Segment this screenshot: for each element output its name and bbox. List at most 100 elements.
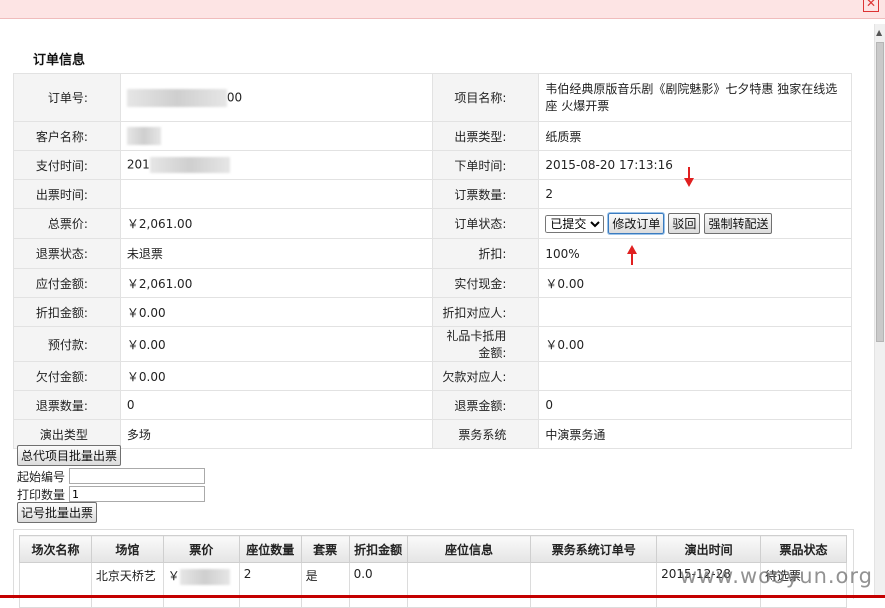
cell-price: ￥	[162, 562, 240, 608]
gift-card-label: 礼品卡抵用金额:	[431, 326, 540, 362]
reject-button[interactable]: 驳回	[668, 213, 701, 234]
cell-venue: 北京天桥艺	[90, 562, 164, 608]
paid-cash-value: ￥0.00	[538, 268, 852, 298]
redacted-block	[126, 127, 161, 145]
close-icon[interactable]: ✕	[863, 0, 879, 12]
discount-person-label: 折扣对应人:	[431, 297, 540, 327]
table-row: 退票数量: 0 退票金额: 0	[13, 390, 852, 420]
table-row: 折扣金额: ￥0.00 折扣对应人:	[13, 297, 852, 327]
print-count-label: 打印数量	[17, 487, 66, 502]
arrow-down-icon	[684, 167, 694, 187]
cell-package: 是	[300, 562, 350, 608]
ticket-system-label: 票务系统	[431, 419, 540, 449]
cell-seat-count: 2	[238, 562, 302, 608]
col-seat-count: 座位数量	[238, 535, 302, 563]
table-row: 演出类型 多场 票务系统 中演票务通	[13, 419, 852, 449]
order-status-label: 订单状态:	[431, 208, 540, 239]
pay-time-value: 201	[119, 150, 433, 180]
refund-amount-label: 退票金额:	[431, 390, 540, 420]
payable-value: ￥2,061.00	[119, 268, 433, 298]
col-discount-amount: 折扣金额	[348, 535, 408, 563]
refund-count-label: 退票数量:	[13, 390, 121, 420]
section-title: 订单信息	[33, 53, 86, 68]
payable-label: 应付金额:	[13, 268, 121, 298]
print-count-input[interactable]	[69, 486, 206, 502]
modify-order-button[interactable]: 修改订单	[608, 213, 665, 234]
pay-time-label: 支付时间:	[13, 150, 121, 180]
batch-controls: 总代项目批量出票 起始编号 打印数量 记号批量出票	[17, 444, 206, 523]
col-ticket-status: 票品状态	[760, 535, 847, 563]
issue-time-value	[119, 179, 433, 209]
refund-count-value: 0	[119, 390, 433, 420]
cell-session-name	[19, 562, 92, 608]
col-system-order-no: 票务系统订单号	[530, 535, 658, 563]
prepay-label: 预付款:	[13, 326, 121, 362]
col-venue: 场馆	[90, 535, 164, 563]
scroll-up-icon[interactable]: ▲	[876, 28, 882, 37]
order-status-select[interactable]: 已提交	[545, 215, 605, 233]
scroll-thumb[interactable]	[876, 42, 884, 342]
total-price-value: ￥2,061.00	[119, 208, 433, 239]
owed-amount-label: 欠付金额:	[13, 361, 121, 391]
col-seat-info: 座位信息	[406, 535, 532, 563]
pay-time-text: 201	[126, 157, 150, 172]
table-row: 欠付金额: ￥0.00 欠款对应人:	[13, 361, 852, 391]
customer-name-value	[119, 121, 433, 151]
col-show-time: 演出时间	[656, 535, 762, 563]
owed-person-label: 欠款对应人:	[431, 361, 540, 391]
customer-name-label: 客户名称:	[13, 121, 121, 151]
order-number-value: 00	[119, 73, 433, 122]
cell-seat-info	[406, 562, 532, 608]
discount-amount-label: 折扣金额:	[13, 297, 121, 327]
redacted-block	[179, 568, 230, 585]
agent-batch-issue-button[interactable]: 总代项目批量出票	[17, 444, 122, 466]
price-text: ￥	[167, 569, 180, 583]
cell-discount: 0.0	[348, 562, 408, 608]
table-row: 出票时间: 订票数量: 2	[13, 179, 852, 209]
redacted-block	[126, 88, 227, 107]
refund-status-label: 退票状态:	[13, 238, 121, 269]
order-time-label: 下单时间:	[431, 150, 540, 180]
force-delivery-button[interactable]: 强制转配送	[704, 213, 773, 234]
owed-amount-value: ￥0.00	[119, 361, 433, 391]
ticket-type-value: 纸质票	[538, 121, 852, 151]
cell-system-order-no	[530, 562, 658, 608]
order-info-table: 订单号: 00 项目名称: 韦伯经典原版音乐剧《剧院魅影》七夕特惠 独家在线选座…	[13, 73, 852, 449]
discount-person-value	[538, 297, 852, 327]
gift-card-value: ￥0.00	[538, 326, 852, 362]
col-session-name: 场次名称	[19, 535, 92, 563]
start-number-input[interactable]	[69, 468, 206, 484]
ticket-count-label: 订票数量:	[431, 179, 540, 209]
arrow-up-icon	[627, 245, 637, 265]
table-row: 总票价: ￥2,061.00 订单状态: 已提交 修改订单 驳回 强制转配送	[13, 208, 852, 239]
project-name-label: 项目名称:	[431, 73, 540, 122]
project-name-value: 韦伯经典原版音乐剧《剧院魅影》七夕特惠 独家在线选座 火爆开票	[538, 73, 852, 122]
table-row: 客户名称: 出票类型: 纸质票	[13, 121, 852, 151]
table-row: 预付款: ￥0.00 礼品卡抵用金额: ￥0.00	[13, 326, 852, 362]
issue-time-label: 出票时间:	[13, 179, 121, 209]
refund-amount-value: 0	[538, 390, 852, 420]
table-row: 订单号: 00 项目名称: 韦伯经典原版音乐剧《剧院魅影》七夕特惠 独家在线选座…	[13, 73, 852, 122]
vertical-scrollbar[interactable]: ▲	[874, 24, 885, 598]
order-status-controls: 已提交 修改订单 驳回 强制转配送	[538, 208, 852, 239]
start-number-label: 起始编号	[17, 469, 66, 484]
paid-cash-label: 实付现金:	[431, 268, 540, 298]
show-type-value: 多场	[119, 419, 433, 449]
seat-batch-issue-button[interactable]: 记号批量出票	[17, 501, 98, 523]
total-price-label: 总票价:	[13, 208, 121, 239]
order-number-label: 订单号:	[13, 73, 121, 122]
table-row: 支付时间: 201 下单时间: 2015-08-20 17:13:16	[13, 150, 852, 180]
discount-amount-value: ￥0.00	[119, 297, 433, 327]
col-package: 套票	[300, 535, 350, 563]
discount-label: 折扣:	[431, 238, 540, 269]
prepay-value: ￥0.00	[119, 326, 433, 362]
window-title-bar: ✕	[0, 0, 885, 19]
tickets-header-row: 场次名称 场馆 票价 座位数量 套票 折扣金额 座位信息 票务系统订单号 演出时…	[19, 535, 847, 563]
refund-status-value: 未退票	[119, 238, 433, 269]
table-row: 退票状态: 未退票 折扣: 100%	[13, 238, 852, 269]
owed-person-value	[538, 361, 852, 391]
table-row: 应付金额: ￥2,061.00 实付现金: ￥0.00	[13, 268, 852, 298]
redacted-block	[149, 157, 230, 173]
ticket-type-label: 出票类型:	[431, 121, 540, 151]
col-price: 票价	[162, 535, 240, 563]
